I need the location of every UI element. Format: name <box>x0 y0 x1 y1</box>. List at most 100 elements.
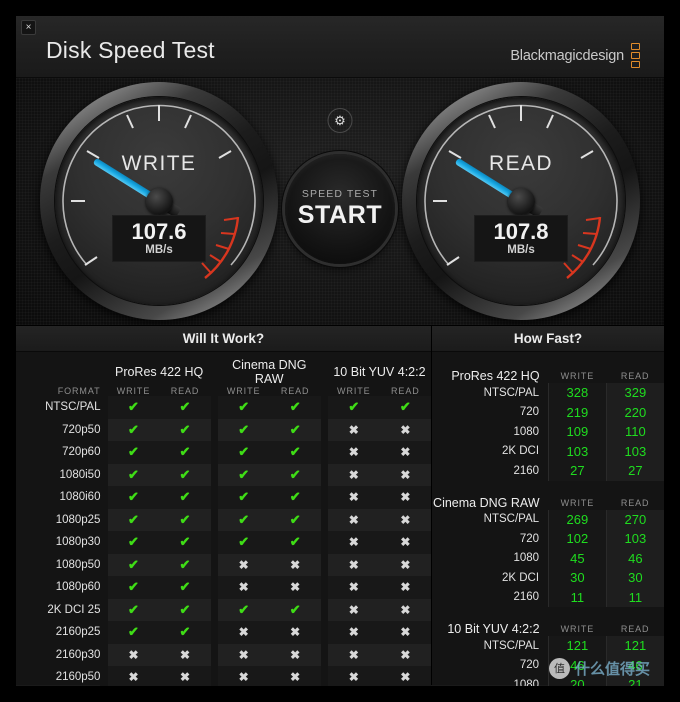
support-cell: ✔ <box>107 598 160 621</box>
format-label: 2K DCI <box>501 445 540 458</box>
check-icon: ✔ <box>179 624 191 640</box>
support-cell: ✔ <box>159 576 211 599</box>
support-cell: ✖ <box>217 576 270 599</box>
check-icon: ✔ <box>128 556 139 572</box>
support-cell: ✔ <box>107 553 160 576</box>
group-header-0: ProRes 422 HQ <box>114 365 204 379</box>
speed-test-start-button[interactable]: SPEED TEST START <box>285 154 395 264</box>
subcol-write-1: WRITE <box>226 386 261 396</box>
check-icon: ✔ <box>128 601 139 617</box>
cross-icon: ✖ <box>348 535 359 550</box>
read-speed-value: 27 <box>605 461 664 481</box>
brand-logo: Blackmagicdesign <box>510 43 640 68</box>
format-label: 720 <box>519 659 540 672</box>
cross-icon: ✖ <box>348 422 359 437</box>
read-gauge-hub <box>507 187 535 215</box>
support-cell: ✖ <box>379 486 431 509</box>
brand-mark-icon <box>631 43 640 68</box>
support-cell: ✔ <box>159 598 211 621</box>
read-value: 107.8 <box>493 219 549 244</box>
group-header-row: ProRes 422 HQ WRITE READ <box>432 358 664 383</box>
format-label: 2160 <box>513 591 540 604</box>
support-cell: ✖ <box>379 553 431 576</box>
column-gap <box>210 463 218 486</box>
support-cell: ✖ <box>327 508 380 531</box>
check-icon: ✔ <box>128 444 139 460</box>
support-cell: ✔ <box>269 441 321 464</box>
support-cell: ✖ <box>327 643 380 666</box>
cross-icon: ✖ <box>348 647 359 662</box>
check-icon: ✔ <box>238 489 250 505</box>
table-row: 1080p60 ✔ ✔ ✖ ✖ ✖ ✖ <box>16 576 431 599</box>
support-cell: ✖ <box>327 621 380 644</box>
support-cell: ✖ <box>269 643 321 666</box>
column-gap <box>320 666 328 686</box>
table-row: 2160p30 ✖ ✖ ✖ ✖ ✖ ✖ <box>16 643 431 666</box>
close-icon[interactable]: × <box>21 20 36 35</box>
support-cell: ✖ <box>269 621 321 644</box>
support-cell: ✖ <box>379 621 431 644</box>
table-row: 1080 45 46 <box>432 548 664 568</box>
format-label: 1080 <box>513 552 540 565</box>
read-speed-value: 270 <box>605 509 664 529</box>
gauge-area: WRITE 107.6 MB/s READ 107.8 MB/s ⚙ SPEED… <box>16 78 664 326</box>
table-row: 1080p25 ✔ ✔ ✔ ✔ ✖ ✖ <box>16 508 431 531</box>
support-cell: ✔ <box>159 396 211 419</box>
cross-icon: ✖ <box>238 625 249 640</box>
column-gap <box>210 621 218 644</box>
cross-icon: ✖ <box>179 647 191 662</box>
table-row: NTSC/PAL 121 121 <box>432 636 664 656</box>
write-gauge-hub <box>145 187 173 215</box>
write-unit: MB/s <box>145 244 173 257</box>
format-label: 720p60 <box>62 446 101 459</box>
read-speed-value: 329 <box>605 383 664 403</box>
read-speed-value: 103 <box>605 529 664 549</box>
column-gap <box>320 553 328 576</box>
support-cell: ✔ <box>217 418 270 441</box>
table-row: 1080p30 ✔ ✔ ✔ ✔ ✖ ✖ <box>16 531 431 554</box>
support-cell: ✖ <box>217 643 270 666</box>
format-label: NTSC/PAL <box>483 386 540 399</box>
support-cell: ✖ <box>327 553 380 576</box>
cross-icon: ✖ <box>400 625 411 640</box>
support-cell: ✔ <box>107 508 160 531</box>
cross-icon: ✖ <box>400 557 411 572</box>
support-cell: ✖ <box>107 666 160 686</box>
how-fast-table: ProRes 422 HQ WRITE READ NTSC/PAL 328 329 720 2… <box>432 358 664 686</box>
support-cell: ✖ <box>159 666 211 686</box>
check-icon: ✔ <box>289 444 301 460</box>
will-it-work-body: NTSC/PAL ✔ ✔ ✔ ✔ ✔ ✔ 720p50 ✔ ✔ ✔ ✔ ✖ ✖ 720p60 ✔ ✔ ✔ ✔ ✖ ✖ 10… <box>16 396 431 686</box>
write-speed-value: 109 <box>548 422 607 442</box>
read-speed-value: 30 <box>605 568 664 588</box>
read-speed-value: 11 <box>605 587 664 607</box>
column-gap <box>100 598 108 621</box>
read-gauge: READ 107.8 MB/s <box>402 82 640 320</box>
read-speed-value: 46 <box>605 548 664 568</box>
column-gap <box>320 508 328 531</box>
read-speed-value: 121 <box>605 636 664 656</box>
support-cell: ✖ <box>107 643 160 666</box>
column-gap <box>210 508 218 531</box>
support-cell: ✖ <box>217 553 270 576</box>
column-gap <box>210 418 218 441</box>
support-cell: ✔ <box>217 598 270 621</box>
how-fast-panel: How Fast? ProRes 422 HQ WRITE READ NTSC/PAL… <box>432 326 664 686</box>
support-cell: ✖ <box>269 576 321 599</box>
cross-icon: ✖ <box>238 580 249 595</box>
cross-icon: ✖ <box>400 422 411 437</box>
write-speed-value: 11 <box>548 587 607 607</box>
check-icon: ✔ <box>289 399 301 415</box>
table-row: NTSC/PAL 269 270 <box>432 509 664 529</box>
support-cell: ✖ <box>217 666 270 686</box>
table-row: 1080 109 110 <box>432 422 664 442</box>
table-row: 1080p50 ✔ ✔ ✖ ✖ ✖ ✖ <box>16 553 431 576</box>
will-it-work-head: ProRes 422 HQ Cinema DNG RAW 10 Bit YUV … <box>16 358 431 396</box>
check-icon: ✔ <box>128 534 139 550</box>
gear-icon[interactable]: ⚙ <box>327 108 353 133</box>
format-label: 1080p30 <box>55 536 101 549</box>
support-cell: ✔ <box>379 396 431 419</box>
table-row: 2K DCI 30 30 <box>432 568 664 588</box>
check-icon: ✔ <box>179 556 191 572</box>
column-gap <box>100 576 108 599</box>
column-gap <box>320 486 328 509</box>
